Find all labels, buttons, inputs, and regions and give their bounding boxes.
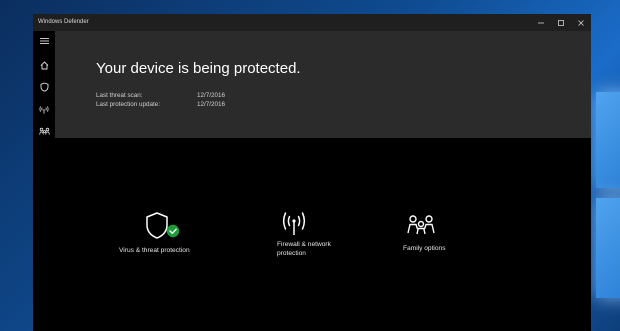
tile-family-options[interactable]: Family options [403,214,503,259]
status-banner: Your device is being protected. Last thr… [55,31,591,138]
tile-firewall-network[interactable]: Firewall & network protection [277,208,377,263]
menu-button[interactable] [33,31,55,51]
family-icon [38,127,50,135]
maximize-button[interactable] [551,14,571,31]
main-content: Virus & threat protection Firewall & net… [55,138,591,331]
tile-firewall-label-line2: protection [277,250,306,257]
window-title: Windows Defender [38,19,89,25]
maximize-icon [558,19,564,26]
tile-firewall-label-line1: Firewall & network [277,241,331,248]
last-update-row: Last protection update: 12/7/2016 [96,101,225,109]
tile-virus-label: Virus & threat protection [119,247,190,254]
nav-home[interactable] [33,55,55,75]
tile-family-label: Family options [403,245,446,252]
last-scan-row: Last threat scan: 12/7/2016 [96,92,225,100]
sidebar [33,31,55,331]
defender-window: Windows Defender Your device is being pr… [33,14,591,331]
windows-logo-pane-bottom [596,198,620,298]
home-icon [40,60,48,69]
nav-firewall[interactable] [33,99,55,119]
last-scan-label: Last threat scan: [96,92,143,99]
last-update-label: Last protection update: [96,101,161,108]
protection-status-title: Your device is being protected. [96,60,301,77]
close-icon [578,19,584,26]
hamburger-icon [39,38,49,44]
network-icon [39,105,49,113]
last-scan-value: 12/7/2016 [197,92,226,99]
nav-family[interactable] [33,121,55,141]
minimize-icon [538,22,544,23]
last-update-value: 12/7/2016 [197,101,226,108]
family-icon [407,215,435,235]
antenna-icon [282,212,306,235]
tile-virus-threat-protection[interactable]: Virus & threat protection [119,210,219,260]
nav-virus-protection[interactable] [33,77,55,97]
title-bar[interactable]: Windows Defender [33,14,591,31]
minimize-button[interactable] [531,14,551,31]
shield-check-icon [146,212,180,239]
windows-logo-pane-top [596,92,620,188]
close-button[interactable] [571,14,591,31]
shield-icon [40,82,48,92]
